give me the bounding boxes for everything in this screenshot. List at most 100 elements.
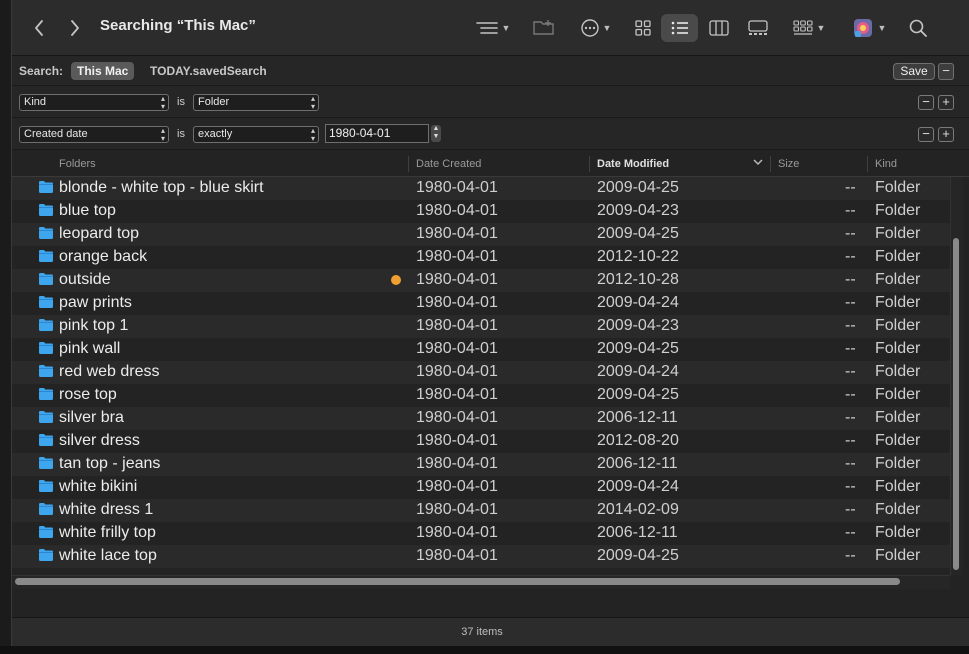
table-row[interactable]: pink wall 1980-04-01 2009-04-25 -- Folder bbox=[12, 338, 950, 361]
file-size: -- bbox=[845, 340, 856, 357]
tag-dot bbox=[391, 275, 401, 285]
group-button[interactable]: ▼ bbox=[788, 18, 830, 38]
date-stepper[interactable]: ▲ ▼ bbox=[431, 125, 441, 142]
scope-saved-search-button[interactable]: TODAY.savedSearch bbox=[150, 64, 267, 78]
table-row[interactable]: silver dress 1980-04-01 2012-08-20 -- Folder bbox=[12, 430, 950, 453]
search-scope-bar: Search: This Mac TODAY.savedSearch Save … bbox=[12, 56, 969, 86]
new-folder-icon bbox=[533, 20, 554, 35]
app-extension-button[interactable]: ▼ bbox=[848, 16, 890, 40]
icon-view-button[interactable] bbox=[632, 16, 654, 40]
add-criteria-button[interactable]: + bbox=[938, 127, 954, 142]
file-size: -- bbox=[845, 432, 856, 449]
table-row[interactable]: white frilly top 1980-04-01 2006-12-11 -- Fo… bbox=[12, 522, 950, 545]
table-row[interactable]: leopard top 1980-04-01 2009-04-25 -- Folder bbox=[12, 223, 950, 246]
remove-criteria-button[interactable]: − bbox=[918, 127, 934, 142]
column-header-kind[interactable]: Kind bbox=[875, 158, 897, 170]
scope-this-mac-button[interactable]: This Mac bbox=[71, 62, 135, 80]
updown-arrows-icon: ▴ ▾ bbox=[160, 126, 165, 143]
save-search-button[interactable]: Save bbox=[893, 63, 935, 80]
column-header-date-modified[interactable]: Date Modified bbox=[597, 158, 669, 170]
criteria-row-created-date: Created date ▴ ▾ is exactly ▴ ▾ 1980-04-01… bbox=[12, 118, 969, 150]
column-divider[interactable] bbox=[867, 156, 868, 172]
file-name: white frilly top bbox=[59, 524, 156, 541]
file-kind: Folder bbox=[875, 271, 921, 288]
date-modified: 2009-04-24 bbox=[597, 478, 679, 495]
date-created: 1980-04-01 bbox=[416, 225, 498, 242]
table-row[interactable]: blonde - white top - blue skirt 1980-04-0… bbox=[12, 177, 950, 200]
table-row[interactable]: blue top 1980-04-01 2009-04-23 -- Folder bbox=[12, 200, 950, 223]
criteria-attribute-popup[interactable]: Kind ▴ ▾ bbox=[19, 94, 169, 111]
date-modified: 2006-12-11 bbox=[597, 455, 678, 472]
search-icon bbox=[909, 19, 927, 37]
more-actions-icon bbox=[580, 19, 599, 37]
group-by-menu-button[interactable]: ▼ bbox=[472, 18, 514, 38]
date-created: 1980-04-01 bbox=[416, 547, 498, 564]
column-header-date-created[interactable]: Date Created bbox=[416, 158, 481, 170]
file-kind: Folder bbox=[875, 317, 921, 334]
column-view-button[interactable] bbox=[708, 16, 730, 40]
date-created: 1980-04-01 bbox=[416, 386, 498, 403]
file-name: paw prints bbox=[59, 294, 132, 311]
remove-search-button[interactable]: − bbox=[938, 63, 954, 80]
new-folder-button[interactable] bbox=[532, 17, 556, 37]
chevron-down-icon: ▼ bbox=[816, 23, 826, 33]
table-row[interactable]: rose top 1980-04-01 2009-04-25 -- Folder bbox=[12, 384, 950, 407]
updown-arrows-icon: ▴ ▾ bbox=[310, 126, 315, 143]
criteria-comparison-popup[interactable]: exactly ▴ ▾ bbox=[193, 126, 319, 143]
folder-icon bbox=[39, 342, 53, 354]
horizontal-scroll-thumb[interactable] bbox=[15, 578, 900, 585]
column-divider[interactable] bbox=[589, 156, 590, 172]
file-name: blonde - white top - blue skirt bbox=[59, 179, 264, 196]
table-row[interactable]: pink top 1 1980-04-01 2009-04-23 -- Folder bbox=[12, 315, 950, 338]
date-modified: 2012-08-20 bbox=[597, 432, 679, 449]
file-size: -- bbox=[845, 524, 856, 541]
forward-button[interactable] bbox=[64, 14, 86, 42]
column-divider[interactable] bbox=[770, 156, 771, 172]
folder-icon bbox=[39, 434, 53, 446]
date-modified: 2009-04-25 bbox=[597, 225, 679, 242]
back-button[interactable] bbox=[28, 14, 50, 42]
file-kind: Folder bbox=[875, 363, 921, 380]
date-created: 1980-04-01 bbox=[416, 202, 498, 219]
status-bar: 37 items bbox=[12, 617, 969, 647]
folder-icon bbox=[39, 273, 53, 285]
file-size: -- bbox=[845, 179, 856, 196]
file-name: outside bbox=[59, 271, 111, 288]
table-row[interactable]: paw prints 1980-04-01 2009-04-24 -- Folder bbox=[12, 292, 950, 315]
folder-icon bbox=[39, 549, 53, 561]
column-header-size[interactable]: Size bbox=[778, 158, 799, 170]
vertical-scroll-thumb[interactable] bbox=[953, 238, 959, 570]
folder-icon bbox=[39, 204, 53, 216]
list-view-button[interactable] bbox=[661, 14, 698, 42]
file-name: white dress 1 bbox=[59, 501, 154, 518]
table-row[interactable]: white bikini 1980-04-01 2009-04-24 -- Folder bbox=[12, 476, 950, 499]
table-row[interactable]: red web dress 1980-04-01 2009-04-24 -- Folde… bbox=[12, 361, 950, 384]
column-divider[interactable] bbox=[408, 156, 409, 172]
gallery-view-button[interactable] bbox=[746, 16, 770, 40]
criteria-value-popup[interactable]: Folder ▴ ▾ bbox=[193, 94, 319, 111]
action-menu-button[interactable]: ▼ bbox=[576, 18, 616, 38]
criteria-attribute-popup[interactable]: Created date ▴ ▾ bbox=[19, 126, 169, 143]
remove-criteria-button[interactable]: − bbox=[918, 95, 934, 110]
table-row[interactable]: white lace top 1980-04-01 2009-04-25 -- Fold… bbox=[12, 545, 950, 568]
date-modified: 2009-04-25 bbox=[597, 340, 679, 357]
add-criteria-button[interactable]: + bbox=[938, 95, 954, 110]
finder-window: Searching “This Mac” ▼ ▼ ▼ ▼ Search: Thi… bbox=[11, 0, 969, 654]
table-row[interactable]: outside 1980-04-01 2012-10-28 -- Folder bbox=[12, 269, 950, 292]
column-header-name[interactable]: Folders bbox=[59, 158, 96, 170]
file-size: -- bbox=[845, 294, 856, 311]
table-row[interactable]: white dress 1 1980-04-01 2014-02-09 -- Folde… bbox=[12, 499, 950, 522]
file-size: -- bbox=[845, 501, 856, 518]
table-row[interactable]: orange back 1980-04-01 2012-10-22 -- Folder bbox=[12, 246, 950, 269]
search-button[interactable] bbox=[908, 18, 928, 38]
date-created: 1980-04-01 bbox=[416, 432, 498, 449]
file-kind: Folder bbox=[875, 455, 921, 472]
table-row[interactable]: tan top - jeans 1980-04-01 2006-12-11 -- Fol… bbox=[12, 453, 950, 476]
forward-chevron-icon bbox=[71, 20, 79, 36]
updown-arrows-icon: ▴ ▾ bbox=[160, 94, 165, 111]
file-kind: Folder bbox=[875, 248, 921, 265]
criteria-date-field[interactable]: 1980-04-01 bbox=[325, 124, 429, 143]
sort-chevron-down-icon bbox=[753, 157, 763, 169]
criteria-attribute-value: Kind bbox=[24, 96, 47, 108]
table-row[interactable]: silver bra 1980-04-01 2006-12-11 -- Folder bbox=[12, 407, 950, 430]
